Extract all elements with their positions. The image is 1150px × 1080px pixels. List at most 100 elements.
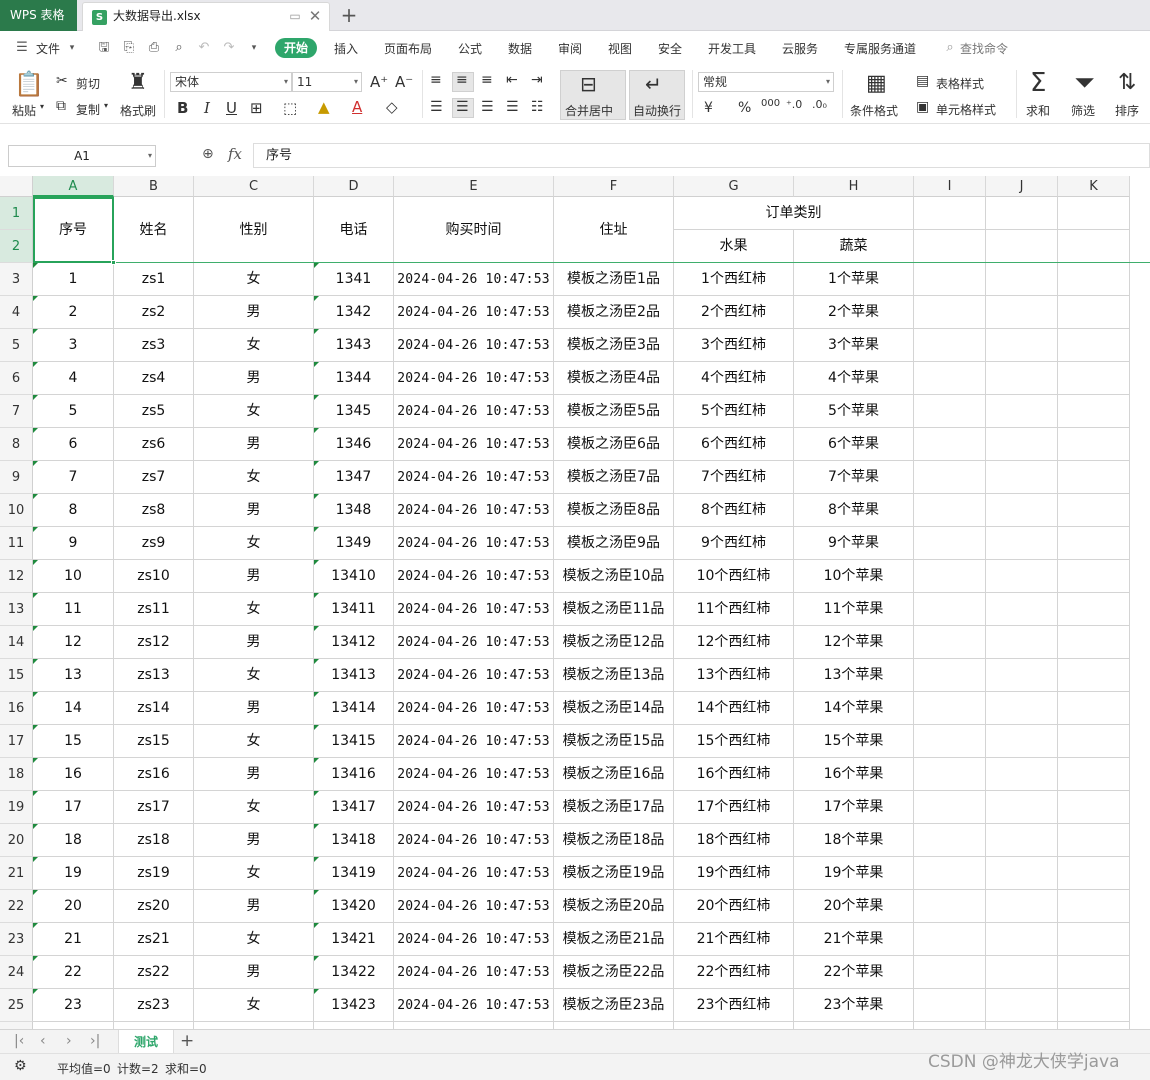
empty-cell[interactable]	[554, 1022, 674, 1029]
paste-button[interactable]: 粘贴	[12, 102, 36, 119]
cell-phone[interactable]: 1342	[314, 296, 394, 329]
format-painter-button[interactable]: 格式刷	[120, 102, 156, 119]
cell-vegetable[interactable]: 22个苹果	[794, 956, 914, 989]
empty-cell[interactable]	[1058, 791, 1130, 824]
cell-name[interactable]: zs14	[114, 692, 194, 725]
header-cell-seq[interactable]: 序号	[33, 197, 114, 263]
cell-vegetable[interactable]: 16个苹果	[794, 758, 914, 791]
empty-cell[interactable]	[914, 659, 986, 692]
empty-cell[interactable]	[1058, 362, 1130, 395]
column-header-j[interactable]: J	[986, 176, 1058, 197]
row-header[interactable]: 7	[0, 395, 33, 428]
cell-fruit[interactable]: 11个西红柿	[674, 593, 794, 626]
cell-phone[interactable]: 13421	[314, 923, 394, 956]
cell-address[interactable]: 模板之汤臣8品	[554, 494, 674, 527]
row-header[interactable]	[0, 1022, 33, 1029]
cell-purchase-time[interactable]: 2024-04-26 10:47:53	[394, 758, 554, 791]
cell-seq[interactable]: 17	[33, 791, 114, 824]
cell-seq[interactable]: 3	[33, 329, 114, 362]
cell-purchase-time[interactable]: 2024-04-26 10:47:53	[394, 560, 554, 593]
formula-input[interactable]: 序号	[253, 143, 1150, 168]
cell-name[interactable]: zs22	[114, 956, 194, 989]
cell-address[interactable]: 模板之汤臣23品	[554, 989, 674, 1022]
cell-fruit[interactable]: 21个西红柿	[674, 923, 794, 956]
empty-cell[interactable]	[914, 593, 986, 626]
cell-vegetable[interactable]: 3个苹果	[794, 329, 914, 362]
hamburger-menu-icon[interactable]: ☰	[14, 40, 30, 56]
cell-fruit[interactable]: 22个西红柿	[674, 956, 794, 989]
cell-fruit[interactable]: 4个西红柿	[674, 362, 794, 395]
cell-purchase-time[interactable]: 2024-04-26 10:47:53	[394, 428, 554, 461]
header-cell-phone[interactable]: 电话	[314, 197, 394, 263]
cell-purchase-time[interactable]: 2024-04-26 10:47:53	[394, 956, 554, 989]
chevron-down-icon[interactable]: ▾	[826, 73, 830, 91]
row-header[interactable]: 15	[0, 659, 33, 692]
tab-security[interactable]: 安全	[658, 40, 682, 57]
cell-name[interactable]: zs23	[114, 989, 194, 1022]
empty-cell[interactable]	[1058, 725, 1130, 758]
empty-cell[interactable]	[1058, 626, 1130, 659]
cell-fruit[interactable]: 17个西红柿	[674, 791, 794, 824]
cell-address[interactable]: 模板之汤臣22品	[554, 956, 674, 989]
cell-fruit[interactable]: 14个西红柿	[674, 692, 794, 725]
empty-cell[interactable]	[914, 758, 986, 791]
cell-phone[interactable]: 1343	[314, 329, 394, 362]
cell-fruit[interactable]: 3个西红柿	[674, 329, 794, 362]
cell-phone[interactable]: 1344	[314, 362, 394, 395]
tab-page-layout[interactable]: 页面布局	[384, 40, 432, 57]
cell-seq[interactable]: 10	[33, 560, 114, 593]
empty-cell[interactable]	[794, 1022, 914, 1029]
cell-name[interactable]: zs7	[114, 461, 194, 494]
cell-purchase-time[interactable]: 2024-04-26 10:47:53	[394, 461, 554, 494]
align-right-icon[interactable]: ☰	[481, 99, 494, 115]
row-header[interactable]: 8	[0, 428, 33, 461]
conditional-format-button[interactable]: 条件格式	[850, 102, 898, 119]
empty-cell[interactable]	[314, 1022, 394, 1029]
cell-purchase-time[interactable]: 2024-04-26 10:47:53	[394, 890, 554, 923]
new-tab-button[interactable]: +	[338, 3, 360, 27]
cell-seq[interactable]: 11	[33, 593, 114, 626]
empty-cell[interactable]	[986, 263, 1058, 296]
cell-gender[interactable]: 男	[194, 362, 314, 395]
cell-name[interactable]: zs20	[114, 890, 194, 923]
tab-exclusive-service[interactable]: 专属服务通道	[844, 40, 916, 57]
row-header-1[interactable]: 1	[0, 197, 33, 230]
empty-cell[interactable]	[986, 362, 1058, 395]
cell-vegetable[interactable]: 10个苹果	[794, 560, 914, 593]
currency-button[interactable]: ¥	[704, 100, 713, 116]
empty-cell[interactable]	[914, 263, 986, 296]
decrease-font-icon[interactable]: A⁻	[395, 73, 413, 91]
cell-fruit[interactable]: 12个西红柿	[674, 626, 794, 659]
insert-function-button[interactable]: fx	[228, 145, 242, 163]
empty-cell[interactable]	[914, 362, 986, 395]
empty-cell[interactable]	[1058, 263, 1130, 296]
cell-vegetable[interactable]: 4个苹果	[794, 362, 914, 395]
empty-cell[interactable]	[194, 1022, 314, 1029]
tab-developer[interactable]: 开发工具	[708, 40, 756, 57]
chevron-down-icon[interactable]: ▾	[64, 40, 80, 56]
empty-cell[interactable]	[986, 560, 1058, 593]
first-sheet-icon[interactable]: |‹	[14, 1033, 24, 1049]
cell-gender[interactable]: 男	[194, 890, 314, 923]
cell-vegetable[interactable]: 13个苹果	[794, 659, 914, 692]
cell-address[interactable]: 模板之汤臣13品	[554, 659, 674, 692]
empty-cell[interactable]	[1058, 923, 1130, 956]
empty-cell[interactable]	[1058, 956, 1130, 989]
print-icon[interactable]: ⎙	[146, 40, 162, 56]
row-header[interactable]: 6	[0, 362, 33, 395]
cell-gender[interactable]: 男	[194, 824, 314, 857]
cell-name[interactable]: zs11	[114, 593, 194, 626]
empty-cell[interactable]	[914, 989, 986, 1022]
empty-cell[interactable]	[986, 527, 1058, 560]
column-header-c[interactable]: C	[194, 176, 314, 197]
empty-cell[interactable]	[986, 956, 1058, 989]
cell-gender[interactable]: 女	[194, 395, 314, 428]
next-sheet-icon[interactable]: ›	[66, 1033, 72, 1049]
cell-purchase-time[interactable]: 2024-04-26 10:47:53	[394, 494, 554, 527]
cell-vegetable[interactable]: 1个苹果	[794, 263, 914, 296]
empty-cell[interactable]	[33, 1022, 114, 1029]
save-icon[interactable]: 🖫	[96, 40, 112, 56]
cell-seq[interactable]: 19	[33, 857, 114, 890]
row-header[interactable]: 4	[0, 296, 33, 329]
cell-seq[interactable]: 4	[33, 362, 114, 395]
